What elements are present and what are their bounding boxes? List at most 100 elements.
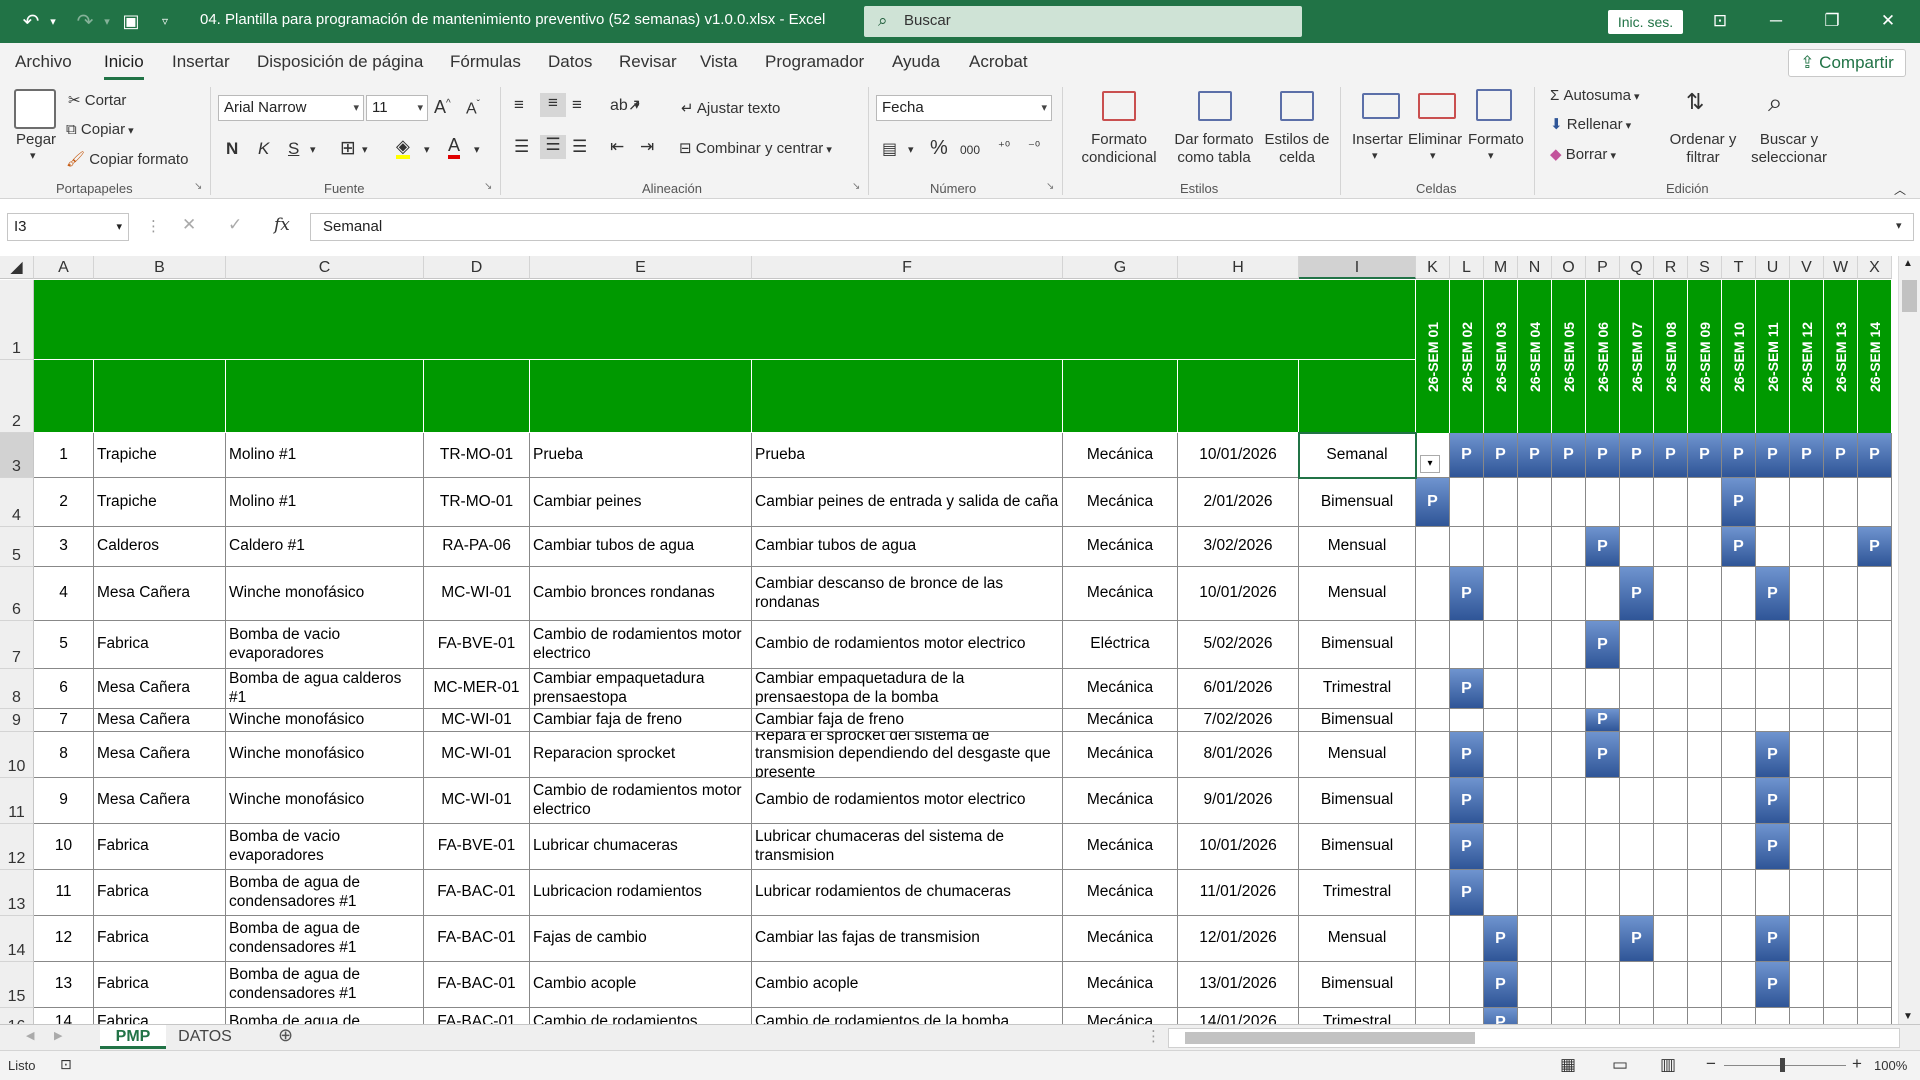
confirm-icon[interactable]: ✓ xyxy=(228,215,242,235)
week-cell[interactable] xyxy=(1620,732,1654,778)
zoom-level[interactable]: 100% xyxy=(1874,1058,1907,1073)
zoom-out-icon[interactable]: − xyxy=(1706,1054,1716,1074)
cell-equipo[interactable]: Bomba de agua de condensadores #1 xyxy=(226,870,424,916)
week-cell[interactable] xyxy=(1756,709,1790,732)
cell-area[interactable]: Fabrica xyxy=(94,824,226,870)
week-cell[interactable] xyxy=(1620,962,1654,1008)
week-cell[interactable] xyxy=(1688,870,1722,916)
maintenance-mark[interactable]: P xyxy=(1586,709,1620,732)
cell-frecuencia[interactable]: Mensual xyxy=(1299,567,1416,621)
column-header-r[interactable]: R xyxy=(1654,256,1688,279)
week-cell[interactable] xyxy=(1688,478,1722,527)
minimize-icon[interactable]: ─ xyxy=(1756,8,1796,34)
row-header[interactable]: 1 xyxy=(0,280,34,360)
week-cell[interactable] xyxy=(1824,962,1858,1008)
week-cell[interactable] xyxy=(1790,567,1824,621)
cell-disciplina[interactable]: Mecánica xyxy=(1063,709,1178,732)
insert-dropdown-icon[interactable]: ▾ xyxy=(1372,149,1378,162)
week-cell[interactable] xyxy=(1722,567,1756,621)
column-header-d[interactable]: D xyxy=(424,256,530,279)
week-cell[interactable] xyxy=(1450,478,1484,527)
column-header-s[interactable]: S xyxy=(1688,256,1722,279)
maintenance-mark[interactable]: P xyxy=(1620,916,1654,962)
column-header-e[interactable]: E xyxy=(530,256,752,279)
week-cell[interactable] xyxy=(1518,478,1552,527)
cell-frecuencia[interactable]: Bimensual xyxy=(1299,478,1416,527)
week-cell[interactable] xyxy=(1722,778,1756,824)
row-header[interactable]: 6 xyxy=(0,567,34,621)
maintenance-mark[interactable]: P xyxy=(1586,732,1620,778)
week-cell[interactable] xyxy=(1824,709,1858,732)
increase-indent-icon[interactable]: ⇥ xyxy=(640,137,654,157)
cell-fecha[interactable]: 11/01/2026 xyxy=(1178,870,1299,916)
cell-item[interactable]: 5 xyxy=(34,621,94,669)
cell-tag[interactable]: TR-MO-01 xyxy=(424,433,530,478)
more-options-icon[interactable]: ⋮ xyxy=(146,217,161,235)
cell-tag[interactable]: MC-WI-01 xyxy=(424,567,530,621)
sort-filter-button[interactable]: Ordenar y filtrar xyxy=(1666,131,1740,167)
cell-area[interactable]: Fabrica xyxy=(94,916,226,962)
week-cell[interactable] xyxy=(1688,1008,1722,1024)
cell-fecha[interactable]: 10/01/2026 xyxy=(1178,567,1299,621)
week-cell[interactable] xyxy=(1620,621,1654,669)
maintenance-mark[interactable]: P xyxy=(1858,433,1892,478)
column-header-p[interactable]: P xyxy=(1586,256,1620,279)
week-cell[interactable] xyxy=(1790,709,1824,732)
cell-descripcion[interactable]: Lubricar rodamientos de chumaceras xyxy=(752,870,1063,916)
conditional-format-button[interactable]: Formato condicional xyxy=(1074,131,1164,167)
customize-toolbar-icon[interactable]: ▿ xyxy=(156,8,174,34)
font-launcher-icon[interactable]: ↘ xyxy=(484,181,492,192)
select-all-corner[interactable]: ◢ xyxy=(0,256,34,279)
tab-inicio[interactable]: Inicio xyxy=(104,52,144,80)
accounting-format-icon[interactable]: ▤ xyxy=(882,139,897,159)
cell-actividad[interactable]: Cambiar faja de freno xyxy=(530,709,752,732)
week-cell[interactable] xyxy=(1450,621,1484,669)
cell-descripcion[interactable]: Cambiar descanso de bronce de las rondan… xyxy=(752,567,1063,621)
column-header-h[interactable]: H xyxy=(1178,256,1299,279)
cell-area[interactable]: Trapiche xyxy=(94,478,226,527)
week-cell[interactable] xyxy=(1790,1008,1824,1024)
cell-actividad[interactable]: Lubricacion rodamientos xyxy=(530,870,752,916)
week-cell[interactable] xyxy=(1620,527,1654,567)
redo-icon[interactable]: ↷ xyxy=(72,8,98,34)
cell-fecha[interactable]: 9/01/2026 xyxy=(1178,778,1299,824)
cell-equipo[interactable]: Bomba de agua de condensadores #1 xyxy=(226,962,424,1008)
cell-descripcion[interactable]: Cambiar tubos de agua xyxy=(752,527,1063,567)
maintenance-mark[interactable]: P xyxy=(1756,824,1790,870)
cell-item[interactable]: 4 xyxy=(34,567,94,621)
fill-button[interactable]: ⬇ Rellenar ▾ xyxy=(1550,115,1631,133)
cell-disciplina[interactable]: Mecánica xyxy=(1063,478,1178,527)
decrease-decimal-icon[interactable]: ⁻⁰ xyxy=(1028,139,1040,155)
maintenance-mark[interactable]: P xyxy=(1620,433,1654,478)
week-cell[interactable] xyxy=(1790,478,1824,527)
week-cell[interactable] xyxy=(1654,778,1688,824)
cell-item[interactable]: 2 xyxy=(34,478,94,527)
week-cell[interactable] xyxy=(1688,732,1722,778)
week-cell[interactable] xyxy=(1552,916,1586,962)
cell-actividad[interactable]: Cambio bronces rondanas xyxy=(530,567,752,621)
ribbon-display-icon[interactable]: ⊡ xyxy=(1700,8,1740,34)
tab-formulas[interactable]: Fórmulas xyxy=(450,52,521,72)
cell-disciplina[interactable]: Mecánica xyxy=(1063,732,1178,778)
maintenance-mark[interactable]: P xyxy=(1756,567,1790,621)
week-cell[interactable] xyxy=(1552,778,1586,824)
accounting-dropdown-icon[interactable]: ▾ xyxy=(908,143,914,156)
align-top-icon[interactable]: ≡ xyxy=(514,95,524,115)
cell-descripcion[interactable]: Cambiar peines de entrada y salida de ca… xyxy=(752,478,1063,527)
cell-disciplina[interactable]: Eléctrica xyxy=(1063,621,1178,669)
row-header[interactable]: 15 xyxy=(0,962,34,1008)
cell-disciplina[interactable]: Mecánica xyxy=(1063,527,1178,567)
week-cell[interactable] xyxy=(1824,824,1858,870)
cell-item[interactable]: 14 xyxy=(34,1008,94,1024)
thousands-button[interactable]: 000 xyxy=(960,143,980,157)
week-cell[interactable] xyxy=(1620,709,1654,732)
cell-fecha[interactable]: 10/01/2026 xyxy=(1178,824,1299,870)
cell-frecuencia[interactable]: Bimensual xyxy=(1299,962,1416,1008)
row-header[interactable]: 16 xyxy=(0,1008,34,1024)
week-cell[interactable] xyxy=(1654,870,1688,916)
cell-equipo[interactable]: Bomba de vacio evaporadores xyxy=(226,824,424,870)
column-header-l[interactable]: L xyxy=(1450,256,1484,279)
tab-vista[interactable]: Vista xyxy=(700,52,738,72)
week-cell[interactable] xyxy=(1756,527,1790,567)
column-header-b[interactable]: B xyxy=(94,256,226,279)
